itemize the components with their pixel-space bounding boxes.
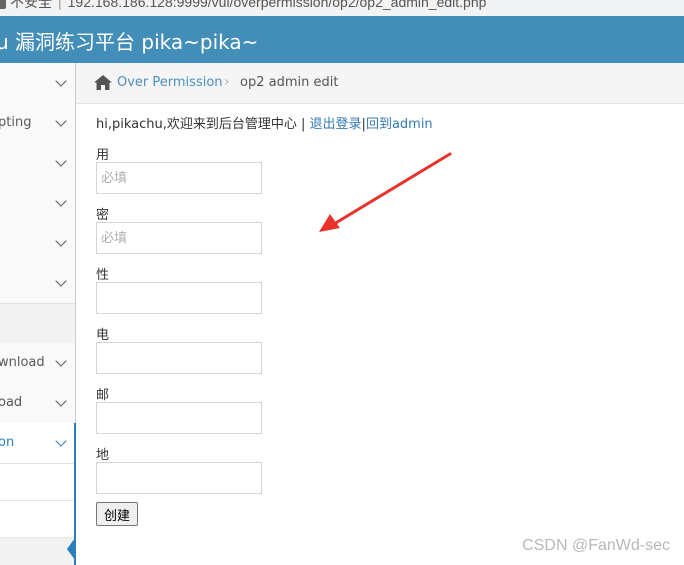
- annotation-arrow-shaft: [332, 152, 452, 226]
- watermark: CSDN @FanWd-sec: [522, 537, 670, 554]
- annotation-arrow-overlay: [319, 152, 452, 232]
